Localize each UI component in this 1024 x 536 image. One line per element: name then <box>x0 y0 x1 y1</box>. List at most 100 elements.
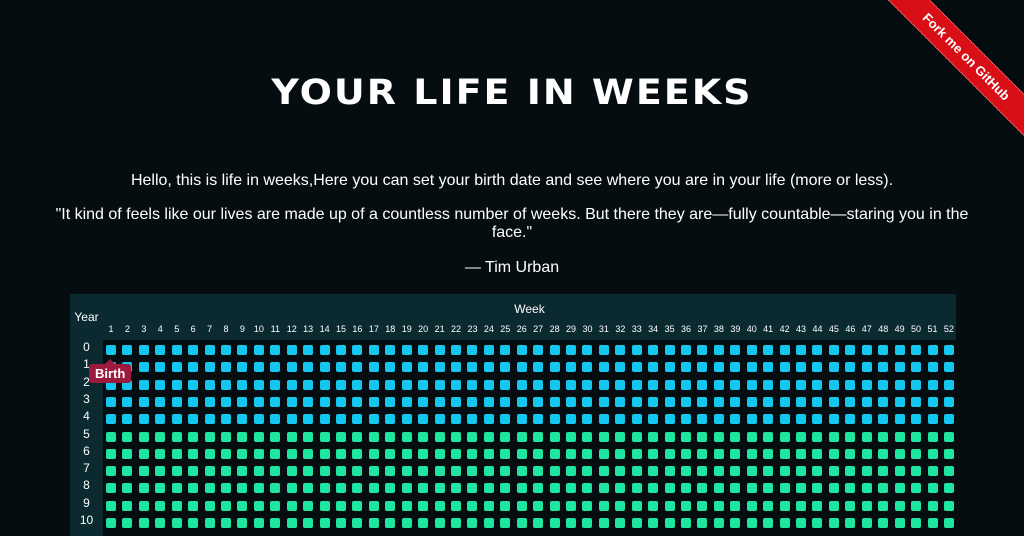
week-cell[interactable] <box>828 379 839 390</box>
week-cell[interactable] <box>122 483 133 494</box>
week-cell[interactable] <box>138 379 149 390</box>
week-cell[interactable] <box>434 483 445 494</box>
week-cell[interactable] <box>598 466 609 477</box>
week-cell[interactable] <box>467 379 478 390</box>
week-cell[interactable] <box>664 431 675 442</box>
week-cell[interactable] <box>434 345 445 355</box>
week-cell[interactable] <box>434 431 445 442</box>
week-cell[interactable] <box>730 518 741 528</box>
week-cell[interactable] <box>106 518 116 528</box>
week-cell[interactable] <box>943 483 954 494</box>
week-cell[interactable] <box>911 483 922 494</box>
week-cell[interactable] <box>500 466 511 477</box>
week-cell[interactable] <box>911 414 922 425</box>
week-cell[interactable] <box>188 379 199 390</box>
week-cell[interactable] <box>894 345 905 355</box>
week-cell[interactable] <box>188 518 199 528</box>
week-cell[interactable] <box>171 345 182 355</box>
week-cell[interactable] <box>911 431 922 442</box>
week-cell[interactable] <box>664 448 675 459</box>
week-cell[interactable] <box>746 362 757 373</box>
week-cell[interactable] <box>270 345 281 355</box>
week-cell[interactable] <box>582 431 593 442</box>
week-cell[interactable] <box>221 379 231 390</box>
week-cell[interactable] <box>188 431 199 442</box>
week-cell[interactable] <box>533 431 544 442</box>
week-cell[interactable] <box>681 345 692 355</box>
week-cell[interactable] <box>582 448 593 459</box>
week-cell[interactable] <box>237 500 248 511</box>
week-cell[interactable] <box>615 345 626 355</box>
week-cell[interactable] <box>582 362 593 373</box>
week-cell[interactable] <box>730 500 741 511</box>
week-cell[interactable] <box>401 379 412 390</box>
week-cell[interactable] <box>828 518 839 528</box>
week-cell[interactable] <box>138 466 149 477</box>
week-cell[interactable] <box>237 414 248 425</box>
week-cell[interactable] <box>943 466 954 477</box>
week-cell[interactable] <box>615 500 626 511</box>
week-cell[interactable] <box>467 483 478 494</box>
week-cell[interactable] <box>204 431 215 442</box>
week-cell[interactable] <box>500 414 511 425</box>
week-cell[interactable] <box>418 396 429 407</box>
week-cell[interactable] <box>188 448 199 459</box>
week-cell[interactable] <box>549 396 560 407</box>
week-cell[interactable] <box>385 396 396 407</box>
week-cell[interactable] <box>631 396 642 407</box>
week-cell[interactable] <box>303 414 314 425</box>
week-cell[interactable] <box>664 379 675 390</box>
week-cell[interactable] <box>253 466 264 477</box>
week-cell[interactable] <box>303 466 314 477</box>
week-cell[interactable] <box>549 345 560 355</box>
week-cell[interactable] <box>155 448 166 459</box>
week-cell[interactable] <box>122 345 133 355</box>
week-cell[interactable] <box>221 431 231 442</box>
week-cell[interactable] <box>779 448 790 459</box>
week-cell[interactable] <box>237 518 248 528</box>
week-cell[interactable] <box>812 483 823 494</box>
week-cell[interactable] <box>566 466 577 477</box>
week-cell[interactable] <box>845 414 856 425</box>
week-cell[interactable] <box>336 431 347 442</box>
week-cell[interactable] <box>368 396 379 407</box>
week-cell[interactable] <box>368 518 379 528</box>
week-cell[interactable] <box>352 431 363 442</box>
week-cell[interactable] <box>878 345 889 355</box>
week-cell[interactable] <box>303 379 314 390</box>
week-cell[interactable] <box>697 448 708 459</box>
week-cell[interactable] <box>516 414 527 425</box>
week-cell[interactable] <box>253 362 264 373</box>
week-cell[interactable] <box>138 518 149 528</box>
week-cell[interactable] <box>681 466 692 477</box>
week-cell[interactable] <box>648 448 659 459</box>
week-cell[interactable] <box>106 345 116 355</box>
week-cell[interactable] <box>878 362 889 373</box>
week-cell[interactable] <box>615 414 626 425</box>
week-cell[interactable] <box>812 518 823 528</box>
week-cell[interactable] <box>500 431 511 442</box>
week-cell[interactable] <box>615 379 626 390</box>
week-cell[interactable] <box>533 396 544 407</box>
week-cell[interactable] <box>911 518 922 528</box>
week-cell[interactable] <box>434 448 445 459</box>
week-cell[interactable] <box>845 518 856 528</box>
week-cell[interactable] <box>368 345 379 355</box>
week-cell[interactable] <box>582 379 593 390</box>
week-cell[interactable] <box>598 518 609 528</box>
week-cell[interactable] <box>451 431 462 442</box>
week-cell[interactable] <box>911 448 922 459</box>
week-cell[interactable] <box>270 483 281 494</box>
week-cell[interactable] <box>516 518 527 528</box>
week-cell[interactable] <box>763 379 774 390</box>
week-cell[interactable] <box>943 379 954 390</box>
week-cell[interactable] <box>878 466 889 477</box>
week-cell[interactable] <box>746 500 757 511</box>
week-cell[interactable] <box>418 466 429 477</box>
week-cell[interactable] <box>796 345 807 355</box>
week-cell[interactable] <box>779 431 790 442</box>
week-cell[interactable] <box>204 379 215 390</box>
week-cell[interactable] <box>385 500 396 511</box>
week-cell[interactable] <box>352 379 363 390</box>
week-cell[interactable] <box>713 379 724 390</box>
